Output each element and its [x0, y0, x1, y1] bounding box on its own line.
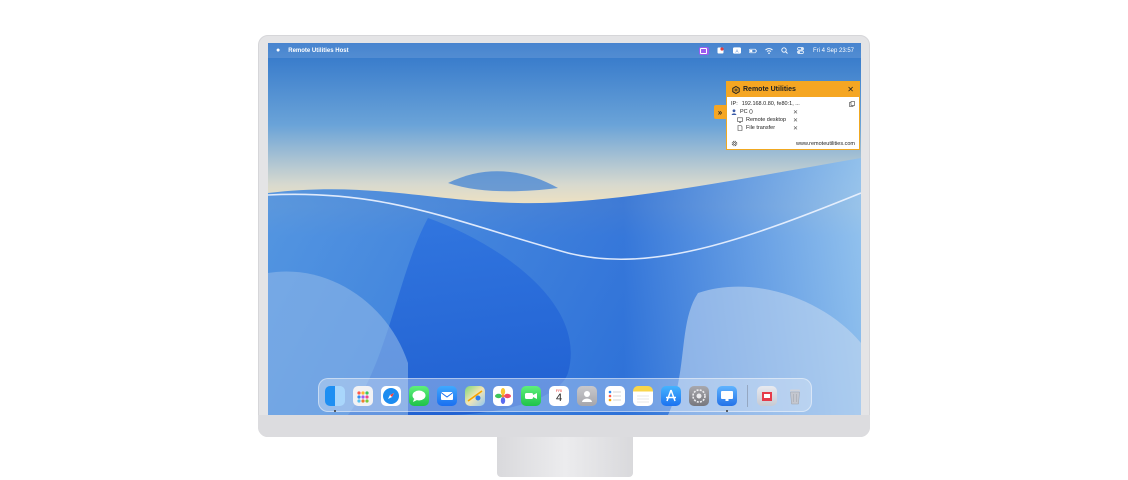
notes-icon[interactable]: [633, 386, 653, 406]
launchpad-icon[interactable]: [353, 386, 373, 406]
copy-icon[interactable]: [849, 101, 855, 107]
calendar-date: 4: [555, 392, 563, 404]
running-indicator: [726, 410, 728, 412]
photos-icon[interactable]: [493, 386, 513, 406]
ip-label: IP:: [731, 101, 738, 107]
remote-utilities-downloads-icon[interactable]: [757, 386, 777, 406]
control-center-icon[interactable]: [797, 47, 805, 54]
contacts-icon[interactable]: [577, 386, 597, 406]
screen-sharing-icon[interactable]: [717, 386, 737, 406]
pc-label: PC (): [740, 109, 753, 115]
ip-row: IP: 192.168.0.80, fe80:1, ...: [727, 100, 859, 108]
pc-row: PC () ✕: [727, 108, 859, 116]
svg-text:A: A: [735, 48, 738, 53]
website-link[interactable]: www.remoteutilities.com: [796, 141, 855, 147]
session-label: File transfer: [746, 125, 776, 131]
active-app-name[interactable]: Remote Utilities Host: [288, 48, 348, 54]
calendar-icon[interactable]: FRI 4: [549, 386, 569, 406]
file-transfer-icon: [737, 125, 743, 131]
panel-title: Remote Utilities: [743, 86, 796, 93]
panel-header: Remote Utilities ✕: [727, 82, 859, 97]
panel-close-button[interactable]: ✕: [847, 85, 854, 94]
desktop-screen: ● Remote Utilities Host A Fri 4 Sep 23:5…: [268, 43, 861, 415]
remote-utilities-menubar-icon[interactable]: [698, 46, 709, 55]
pc-disconnect-button[interactable]: ✕: [793, 109, 798, 116]
session-row: Remote desktop ✕: [727, 116, 859, 124]
mail-icon[interactable]: [437, 386, 457, 406]
running-indicator: [334, 410, 336, 412]
gear-icon[interactable]: [731, 140, 738, 147]
apple-menu-icon[interactable]: ●: [276, 47, 280, 54]
app-store-icon[interactable]: [661, 386, 681, 406]
reminders-icon[interactable]: [605, 386, 625, 406]
system-settings-icon[interactable]: [689, 386, 709, 406]
ip-value: 192.168.0.80, fe80:1, ...: [741, 101, 800, 107]
trash-icon[interactable]: [785, 386, 805, 406]
screen-record-icon[interactable]: [717, 47, 725, 54]
dock-separator: [747, 385, 748, 407]
session-row: File transfer ✕: [727, 124, 859, 132]
imac-stand: [497, 437, 633, 477]
menubar-clock[interactable]: Fri 4 Sep 23:57: [813, 48, 854, 54]
menu-bar: ● Remote Utilities Host A Fri 4 Sep 23:5…: [268, 43, 861, 58]
messages-icon[interactable]: [409, 386, 429, 406]
battery-icon[interactable]: [749, 47, 757, 54]
user-icon: [731, 109, 737, 115]
spotlight-search-icon[interactable]: [781, 47, 789, 54]
dock: FRI 4: [318, 378, 812, 412]
panel-footer: www.remoteutilities.com: [727, 140, 859, 147]
remote-desktop-icon: [737, 117, 743, 123]
maps-icon[interactable]: [465, 386, 485, 406]
safari-icon[interactable]: [381, 386, 401, 406]
remote-utilities-panel: Remote Utilities ✕ IP: 192.168.0.80, fe8…: [726, 81, 860, 150]
facetime-icon[interactable]: [521, 386, 541, 406]
imac-chin: [258, 415, 870, 437]
remote-utilities-logo-icon: [732, 85, 740, 94]
session-close-button[interactable]: ✕: [793, 117, 798, 124]
keyboard-input-icon[interactable]: A: [732, 47, 741, 54]
wifi-icon[interactable]: [765, 47, 773, 54]
panel-expand-button[interactable]: »: [714, 105, 726, 119]
session-label: Remote desktop: [746, 117, 787, 123]
session-close-button[interactable]: ✕: [793, 125, 798, 132]
finder-icon[interactable]: [325, 386, 345, 406]
